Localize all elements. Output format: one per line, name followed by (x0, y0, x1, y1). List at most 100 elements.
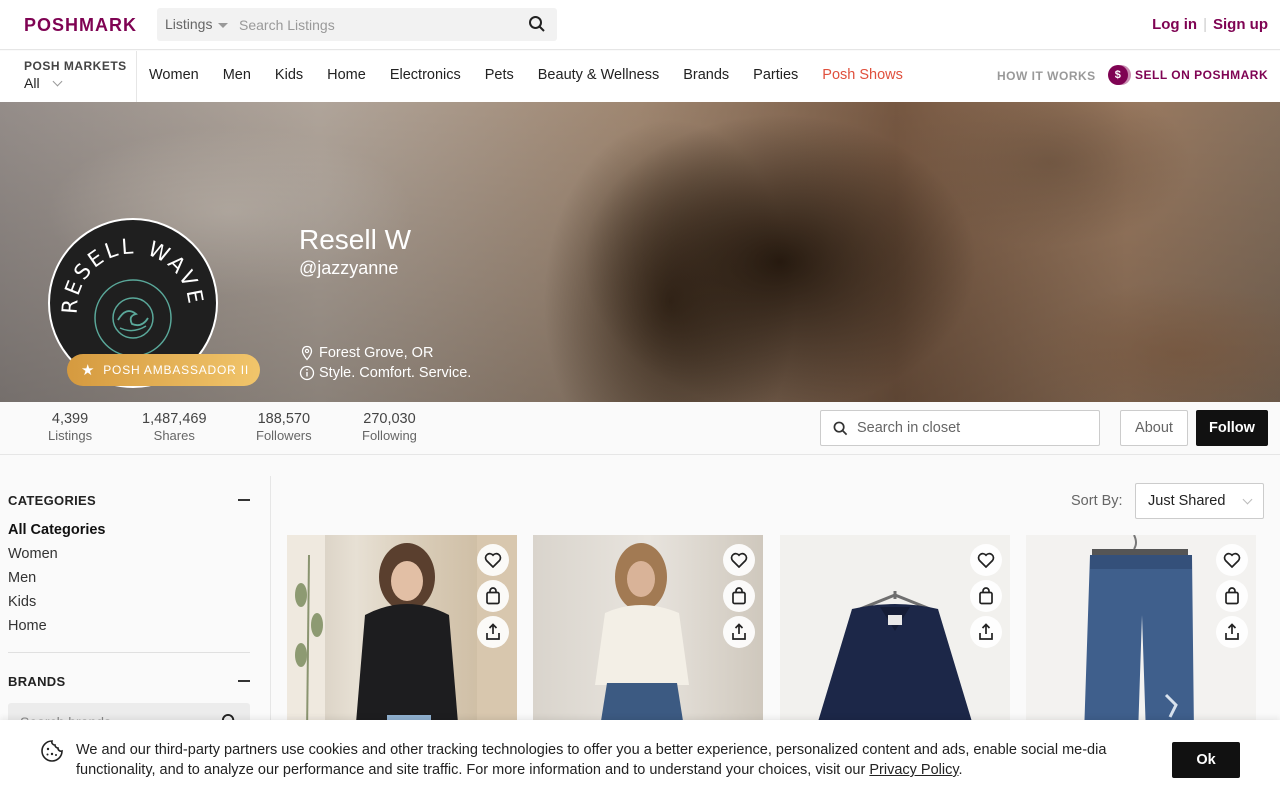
search-button[interactable] (527, 15, 547, 35)
profile-location: Forest Grove, OR (299, 345, 433, 361)
star-icon: ★ (81, 362, 96, 379)
category-item-all[interactable]: All Categories (8, 518, 250, 542)
sort-value: Just Shared (1148, 493, 1226, 509)
closet-search-input[interactable] (857, 411, 1092, 445)
nav-link-women[interactable]: Women (149, 67, 199, 83)
nav-link-brands[interactable]: Brands (683, 67, 729, 83)
chevron-down-icon (1242, 494, 1253, 505)
chevron-down-icon (52, 76, 63, 87)
brands-header[interactable]: BRANDS (8, 671, 250, 691)
heart-icon (977, 552, 995, 568)
search-input[interactable] (239, 8, 509, 41)
poshmark-logo[interactable]: POSHMARK (24, 15, 137, 36)
category-item-home[interactable]: Home (8, 614, 250, 638)
privacy-policy-link[interactable]: Privacy Policy (869, 762, 958, 778)
like-button[interactable] (970, 544, 1002, 576)
categories-header[interactable]: CATEGORIES (8, 490, 250, 510)
sort-label: Sort By: (1071, 493, 1123, 509)
nav-link-home[interactable]: Home (327, 67, 366, 83)
share-icon (1225, 623, 1239, 640)
bio-text: Style. Comfort. Service. (319, 365, 472, 381)
login-link[interactable]: Log in (1152, 16, 1197, 33)
dollar-coin-icon: $ (1108, 65, 1128, 85)
listing-card[interactable] (533, 535, 763, 735)
category-list: All Categories Women Men Kids Home (8, 518, 250, 638)
badge-label: POSH AMBASSADOR II (103, 363, 250, 377)
add-to-bundle-button[interactable] (723, 580, 755, 612)
about-button[interactable]: About (1120, 410, 1188, 446)
closet-cover-image: RESELL WAVE ★ POSH AMBASSADOR II Resell W… (0, 102, 1280, 402)
posh-ambassador-badge: ★ POSH AMBASSADOR II (67, 354, 260, 386)
stat-followers[interactable]: 188,570 Followers (256, 411, 312, 443)
stat-value: 1,487,469 (142, 411, 207, 427)
category-item-men[interactable]: Men (8, 566, 250, 590)
nav-link-beauty-wellness[interactable]: Beauty & Wellness (538, 67, 659, 83)
auth-links: Log in | Sign up (1152, 16, 1268, 33)
nav-link-parties[interactable]: Parties (753, 67, 798, 83)
listing-card[interactable] (287, 535, 517, 735)
svg-text:RESELL WAVE: RESELL WAVE (58, 234, 209, 314)
stat-listings[interactable]: 4,399 Listings (48, 411, 92, 443)
profile-handle: @jazzyanne (299, 258, 399, 278)
listing-card[interactable] (780, 535, 1010, 735)
stat-value: 270,030 (363, 411, 416, 427)
cookie-message: We and our third-party partners use cook… (76, 742, 1107, 778)
share-button[interactable] (477, 616, 509, 648)
posh-markets-selector[interactable]: POSH MARKETS All (0, 51, 137, 102)
listing-card[interactable] (1026, 535, 1256, 735)
stat-shares[interactable]: 1,487,469 Shares (142, 411, 207, 443)
how-it-works-link[interactable]: HOW IT WORKS (997, 69, 1096, 83)
stat-following[interactable]: 270,030 Following (362, 411, 417, 443)
sell-label: SELL ON POSHMARK (1135, 68, 1269, 82)
share-button[interactable] (1216, 616, 1248, 648)
like-button[interactable] (477, 544, 509, 576)
signup-link[interactable]: Sign up (1213, 16, 1268, 33)
add-to-bundle-button[interactable] (1216, 580, 1248, 612)
categories-title: CATEGORIES (8, 492, 96, 508)
category-item-women[interactable]: Women (8, 542, 250, 566)
filter-sidebar: CATEGORIES All Categories Women Men Kids… (8, 490, 250, 741)
stat-label: Listings (48, 428, 93, 443)
posh-markets-label: POSH MARKETS (24, 59, 127, 73)
share-button[interactable] (970, 616, 1002, 648)
posh-markets-value: All (24, 75, 40, 91)
collapse-icon (238, 499, 250, 501)
like-button[interactable] (1216, 544, 1248, 576)
location-text: Forest Grove, OR (319, 345, 434, 361)
nav-link-posh-shows[interactable]: Posh Shows (822, 67, 903, 83)
search-type-dropdown[interactable]: Listings (165, 16, 229, 32)
nav-link-men[interactable]: Men (223, 67, 251, 83)
shopping-bag-icon (979, 587, 993, 605)
nav-link-pets[interactable]: Pets (485, 67, 514, 83)
shopping-bag-icon (732, 587, 746, 605)
share-button[interactable] (723, 616, 755, 648)
share-icon (732, 623, 746, 640)
nav-link-kids[interactable]: Kids (275, 67, 303, 83)
auth-separator: | (1203, 16, 1207, 33)
cookie-ok-button[interactable]: Ok (1172, 742, 1240, 778)
cookie-banner: We and our third-party partners use cook… (0, 720, 1280, 800)
nav-link-electronics[interactable]: Electronics (390, 67, 461, 83)
heart-icon (484, 552, 502, 568)
closet-search (820, 410, 1100, 446)
heart-icon (1223, 552, 1241, 568)
top-header: POSHMARK Listings Log in | Sign up (0, 0, 1280, 50)
add-to-bundle-button[interactable] (477, 580, 509, 612)
divider (8, 652, 250, 653)
category-item-kids[interactable]: Kids (8, 590, 250, 614)
search-icon (833, 421, 848, 436)
brands-title: BRANDS (8, 673, 66, 689)
add-to-bundle-button[interactable] (970, 580, 1002, 612)
category-nav: POSH MARKETS All Women Men Kids Home Ele… (0, 51, 1280, 102)
share-icon (979, 623, 993, 640)
follow-button[interactable]: Follow (1196, 410, 1268, 446)
sort-dropdown[interactable]: Just Shared (1135, 483, 1264, 519)
sell-on-poshmark-link[interactable]: $ SELL ON POSHMARK (1108, 65, 1268, 85)
like-button[interactable] (723, 544, 755, 576)
stat-value: 4,399 (51, 411, 89, 427)
search-bar: Listings (157, 8, 557, 41)
caret-down-icon (218, 22, 229, 28)
collapse-icon (238, 680, 250, 682)
search-icon (529, 16, 545, 32)
info-icon (299, 365, 315, 381)
